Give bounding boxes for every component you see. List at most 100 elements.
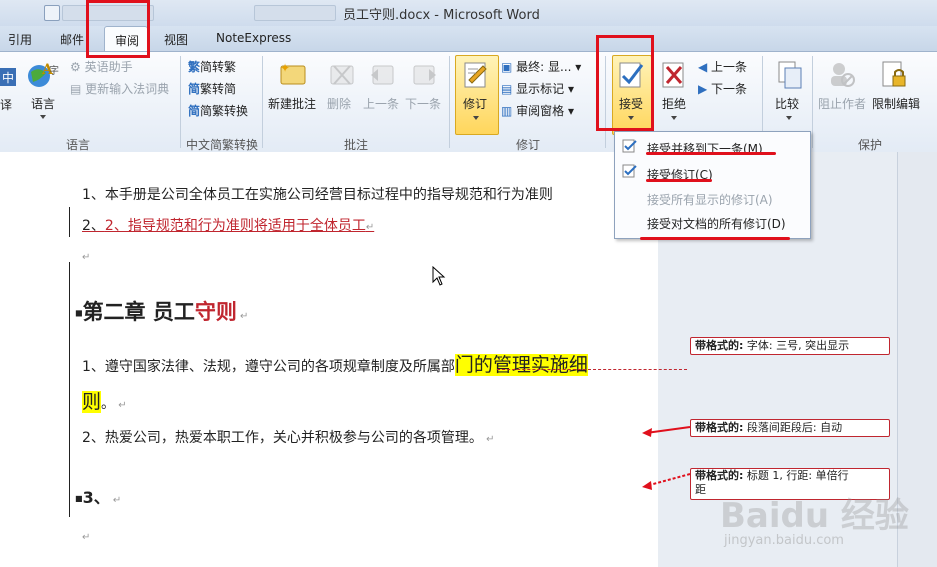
chevron-down-icon <box>786 116 792 120</box>
inserted-text: 2、指导规范和行为准则将适用于全体员工 <box>104 218 366 234</box>
english-assistant-label: 英语助手 <box>84 60 133 74</box>
group-separator <box>449 56 450 148</box>
new-comment-icon[interactable]: ✦ <box>278 60 308 88</box>
doc-para-1-cont: 则。 ↵ <box>82 391 127 413</box>
restrict-editing-button[interactable]: 限制编辑 <box>872 95 920 112</box>
convert-button[interactable]: 简简繁转换 <box>188 102 248 119</box>
tab-view[interactable]: 视图 <box>164 31 188 48</box>
balloon-text: 字体: 三号, 突出显示 <box>746 339 850 352</box>
group-separator <box>180 56 181 148</box>
change-bar <box>69 207 70 237</box>
tab-mailings[interactable]: 邮件 <box>60 31 84 48</box>
accept-dropdown-menu: 接受并移到下一条(M) 接受修订(C) 接受所有显示的修订(A) 接受对文档的所… <box>614 131 811 239</box>
window-tab-blurred-2 <box>254 5 336 21</box>
to-traditional-button[interactable]: 繁简转繁 <box>188 58 236 75</box>
accept-all-changes-item[interactable]: 接受对文档的所有修订(D) <box>647 215 786 232</box>
review-pane-button[interactable]: ▥ 审阅窗格 ▾ <box>501 102 574 119</box>
group-separator <box>262 56 263 148</box>
chapter-heading-text: 第二章 员工 <box>82 300 195 324</box>
format-balloon-1[interactable]: 带格式的: 字体: 三号, 突出显示 <box>690 337 890 355</box>
new-comment-button[interactable]: 新建批注 <box>268 95 316 112</box>
chevron-down-icon <box>40 115 46 119</box>
group-protect-label: 保护 <box>858 138 883 152</box>
next-change-button[interactable]: ▶ 下一条 <box>698 80 747 97</box>
block-authors-button: 阻止作者 <box>818 97 867 111</box>
tab-references[interactable]: 引用 <box>8 31 32 48</box>
prev-change-label: 上一条 <box>711 60 748 74</box>
empty-line-2: ↵ <box>82 532 91 543</box>
doc-line-1: 1、本手册是公司全体员工在实施公司经营目标过程中的指导规范和行为准则 <box>82 187 553 203</box>
group-chinese-label: 中文简繁转换 <box>186 138 259 152</box>
watermark-url: jingyan.baidu.com <box>724 533 844 548</box>
doc-para-1: 1、遵守国家法律、法规，遵守公司的各项规章制度及所属部门的管理实施细 <box>82 350 588 377</box>
svg-text:✦: ✦ <box>280 61 290 75</box>
balloon-label: 带格式的: <box>695 469 744 482</box>
to-simplified-button[interactable]: 简繁转简 <box>188 80 236 97</box>
chevron-down-icon <box>671 116 677 120</box>
translate-icon[interactable]: 中 <box>0 66 18 90</box>
para2-text: 2、热爱公司，热爱本职工作，关心并积极参与公司的各项管理。 <box>82 430 483 446</box>
update-ime-label: 更新输入法词典 <box>85 82 170 96</box>
svg-text:字: 字 <box>49 64 59 77</box>
update-ime-button: ▤ 更新输入法词典 <box>70 82 170 96</box>
reject-button[interactable]: 拒绝 <box>662 95 686 112</box>
delete-comment-icon <box>328 60 356 88</box>
to-traditional-label: 简转繁 <box>200 60 237 74</box>
svg-text:中: 中 <box>2 70 14 85</box>
change-bar <box>69 262 70 517</box>
next-comment-icon <box>411 60 439 88</box>
balloon-arrow-2 <box>642 473 691 490</box>
english-assistant-button: ⚙ 英语助手 <box>70 60 133 74</box>
delete-comment-button: 删除 <box>327 97 352 111</box>
display-for-review-value: 最终: 显... <box>516 60 572 74</box>
compare-icon[interactable] <box>776 60 804 90</box>
format-balloon-2[interactable]: 带格式的: 段落间距段后: 自动 <box>690 419 890 437</box>
show-markup-label: 显示标记 <box>516 82 565 96</box>
display-for-review-select[interactable]: ▣ 最终: 显... ▾ <box>501 58 581 75</box>
language-button[interactable]: 语言 <box>31 95 55 112</box>
balloon-text-cont: 距 <box>695 483 706 496</box>
window-title: 员工守则.docx - Microsoft Word <box>343 8 540 23</box>
prev-comment-icon <box>368 60 396 88</box>
doc-line-2: 2、2、指导规范和行为准则将适用于全体员工↵ <box>82 218 375 234</box>
doc-para-3: ■3、 ↵ <box>75 488 122 507</box>
restrict-editing-icon[interactable] <box>880 60 908 90</box>
reject-icon[interactable] <box>660 60 688 90</box>
group-comments-label: 批注 <box>344 138 369 152</box>
prev-change-button[interactable]: ◀ 上一条 <box>698 58 747 75</box>
balloon-connector <box>497 369 687 370</box>
para3-text: 3、 <box>82 488 110 507</box>
next-change-label: 下一条 <box>711 82 748 96</box>
doc-para-2: 2、热爱公司，热爱本职工作，关心并积极参与公司的各项管理。 ↵ <box>82 430 495 446</box>
mouse-cursor-icon <box>432 265 446 286</box>
group-language-label: 语言 <box>66 138 91 152</box>
tab-noteexpress[interactable]: NoteExpress <box>216 31 291 45</box>
track-changes-label: 修订 <box>463 97 488 111</box>
accept-all-shown-item: 接受所有显示的修订(A) <box>647 193 773 207</box>
chevron-down-icon <box>473 116 479 120</box>
chapter-heading-changed: 守则 <box>194 300 237 324</box>
accept-change-icon <box>622 164 638 178</box>
underline-annotation-2 <box>646 179 712 182</box>
highlight-accept-button <box>596 35 654 131</box>
balloon-label: 带格式的: <box>695 421 744 434</box>
chapter-heading: ■第二章 员工守则 ↵ <box>75 300 249 324</box>
para1-highlighted: 门的管理实施细 <box>454 354 588 376</box>
group-tracking-label: 修订 <box>516 138 541 152</box>
show-markup-button[interactable]: ▤ 显示标记 ▾ <box>501 80 574 97</box>
prev-comment-button: 上一条 <box>363 97 400 111</box>
to-simplified-label: 繁转简 <box>200 82 237 96</box>
block-authors-icon <box>828 60 856 90</box>
balloon-text: 段落间距段后: 自动 <box>746 421 843 434</box>
balloon-text: 标题 1, 行距: 单倍行 <box>746 469 849 482</box>
translate-label: 译 <box>0 98 13 112</box>
compare-button[interactable]: 比较 <box>775 95 799 112</box>
language-icon[interactable]: A字 <box>26 60 60 92</box>
empty-line: ↵ <box>82 252 91 263</box>
group-separator <box>812 56 813 148</box>
track-changes-icon <box>461 60 491 90</box>
quick-access-icon[interactable] <box>44 5 60 21</box>
para1-end: 。 <box>101 396 116 412</box>
para1-text: 1、遵守国家法律、法规，遵守公司的各项规章制度及所属部 <box>82 359 455 375</box>
next-comment-button: 下一条 <box>405 97 442 111</box>
